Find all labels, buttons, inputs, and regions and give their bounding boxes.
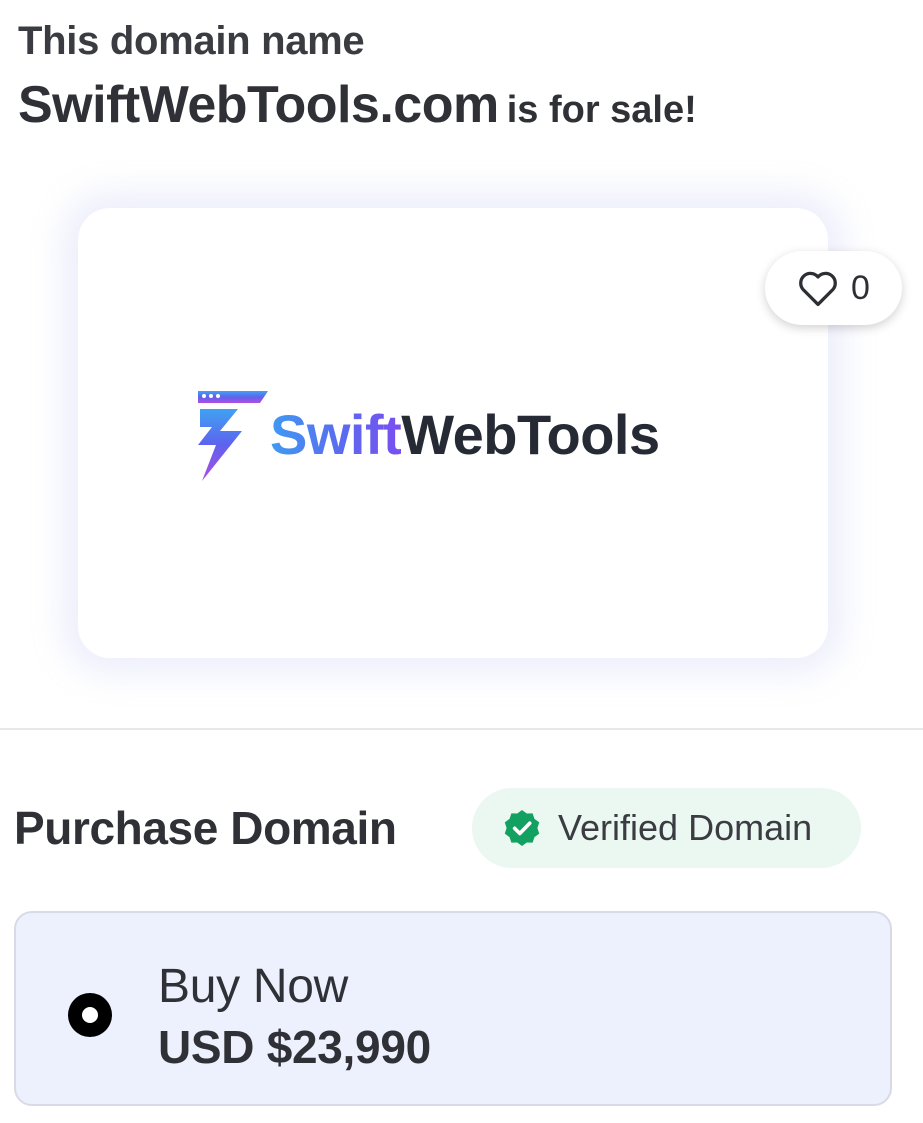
verified-domain-label: Verified Domain — [558, 807, 813, 848]
domain-logo-card: SwiftWebTools — [78, 208, 828, 658]
logo-wordmark-swift: Swift — [270, 402, 402, 466]
like-button[interactable]: 0 — [765, 251, 902, 325]
buy-now-radio[interactable] — [68, 993, 112, 1037]
for-sale-text: is for sale! — [506, 89, 697, 131]
heart-outline-icon — [797, 269, 839, 307]
headline-domain-line: SwiftWebTools.com is for sale! — [18, 68, 697, 155]
section-divider — [0, 728, 923, 730]
verified-check-badge-icon — [500, 806, 544, 850]
buy-now-price: USD $23,990 — [158, 1021, 431, 1073]
buy-now-label: Buy Now — [158, 960, 348, 1013]
logo-wordmark-webtools: WebTools — [401, 402, 660, 466]
logo-wordmark: SwiftWebTools — [270, 402, 660, 467]
purchase-domain-heading: Purchase Domain — [14, 802, 397, 854]
headline-intro: This domain name — [18, 19, 365, 63]
page-headline: This domain name SwiftWebTools.com is for… — [18, 14, 697, 155]
like-count: 0 — [851, 268, 870, 307]
lightning-browser-icon — [190, 383, 272, 483]
verified-domain-badge: Verified Domain — [472, 788, 861, 868]
buy-now-option[interactable]: Buy Now USD $23,990 — [14, 911, 892, 1106]
domain-name: SwiftWebTools.com — [18, 76, 499, 134]
domain-sale-page: This domain name SwiftWebTools.com is for… — [0, 0, 923, 1123]
swiftwebtools-logo: SwiftWebTools — [190, 383, 660, 483]
